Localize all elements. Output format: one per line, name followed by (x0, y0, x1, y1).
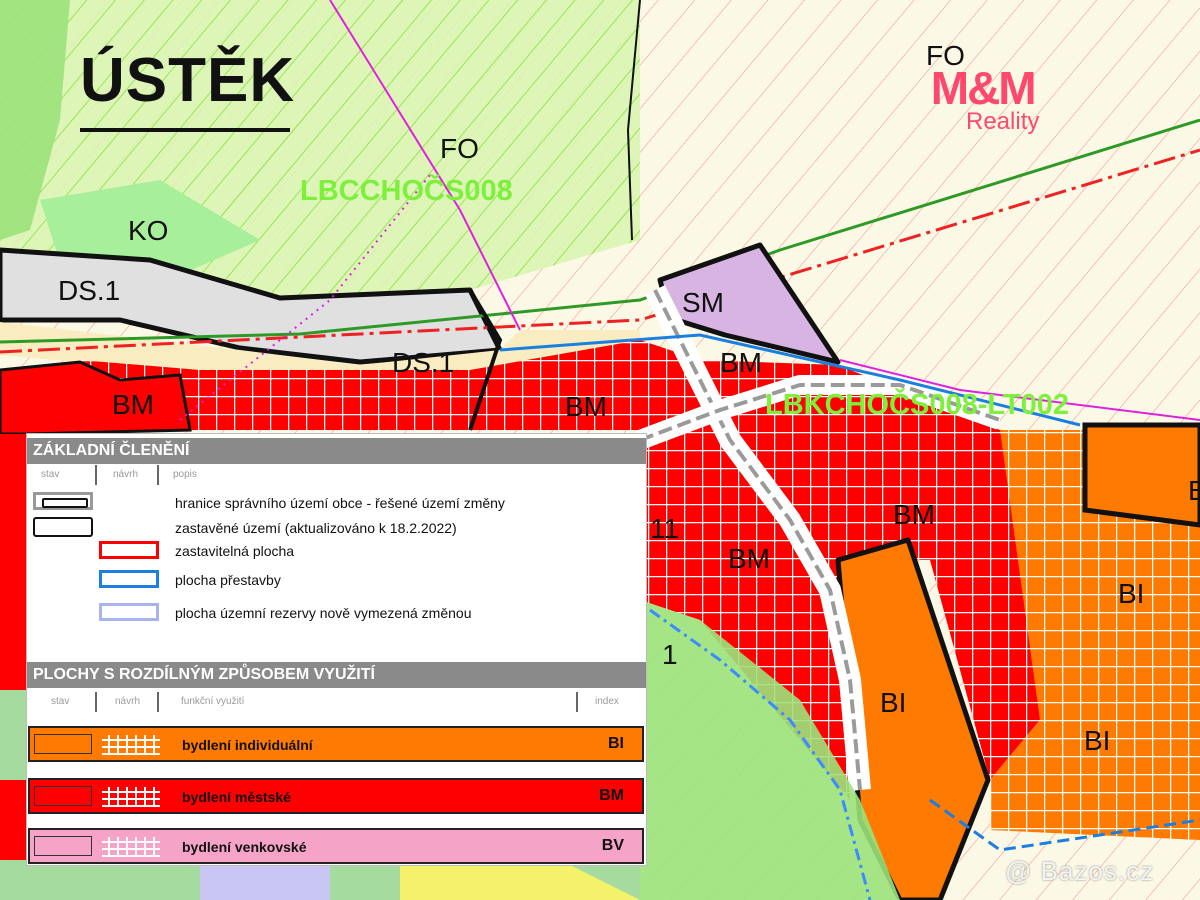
col-stav: stav (41, 469, 60, 480)
zone-label: DS.1 (392, 347, 454, 378)
buildable-area-icon (99, 541, 159, 559)
land-use-index: BM (599, 787, 624, 804)
zone-label: BM (893, 499, 935, 530)
zone-label: BI (880, 687, 906, 718)
navrh-swatch (102, 735, 160, 755)
zone-label: 11 (650, 513, 679, 544)
divider (95, 465, 97, 485)
map-legend: ZÁKLADNÍ ČLENĚNÍ stav návrh popis hranic… (27, 434, 646, 865)
land-use-label: bydlení městské (182, 789, 291, 805)
zone-label: BM (565, 391, 607, 422)
legend-item-label: plocha přestavby (175, 572, 281, 588)
col-navrh: návrh (113, 469, 139, 480)
col-funkce: funkční využití (181, 696, 245, 707)
zone-label: BM (112, 389, 154, 420)
brand-watermark: M&M Reality (926, 62, 1040, 136)
zone-label: BI (1188, 475, 1200, 506)
zone-label: DS.1 (58, 275, 120, 306)
zone-label: SM (682, 287, 724, 318)
corridor-label: LBKCHOČS008-LT002 (765, 387, 1069, 421)
built-up-area-icon (33, 517, 93, 537)
brand-logo: M&M (930, 62, 1037, 114)
legend-item-label: zastavitelná plocha (175, 543, 295, 559)
legend-bi-row: bydlení individuální BI (28, 726, 644, 762)
site-watermark: @ Bazos.cz (1005, 856, 1155, 886)
land-use-index: BI (608, 735, 624, 752)
reserve-area-icon (99, 603, 159, 621)
stav-swatch (34, 836, 92, 856)
legend-item-label: zastavěné území (aktualizováno k 18.2.20… (175, 520, 457, 536)
redevelopment-area-icon (99, 570, 159, 588)
stav-swatch (34, 786, 92, 806)
zone-label: KO (128, 215, 168, 246)
col-stav: stav (51, 696, 70, 707)
admin-boundary-icon (33, 492, 93, 510)
col-index: index (595, 696, 619, 707)
legend-item-label: hranice správního území obce - řešené úz… (175, 495, 505, 511)
col-navrh: návrh (115, 696, 141, 707)
divider (157, 465, 159, 485)
corridor-label: LBCCHOČS008 (300, 173, 513, 207)
col-popis: popis (173, 469, 197, 480)
zone-label: FO (440, 133, 479, 164)
divider (95, 692, 97, 712)
zone-label: BM (720, 347, 762, 378)
navrh-swatch (102, 837, 160, 857)
divider (576, 692, 578, 712)
brand-sub: Reality (966, 108, 1040, 135)
zone-label: BM (728, 543, 770, 574)
legend-heading-basic: ZÁKLADNÍ ČLENĚNÍ (27, 438, 646, 464)
legend-bv-row: bydlení venkovské BV (28, 828, 644, 864)
legend-heading-land-use: PLOCHY S ROZDÍLNÝM ZPŮSOBEM VYUŽITÍ (27, 662, 646, 688)
land-use-index: BV (601, 837, 624, 854)
divider (157, 692, 159, 712)
page-title: ÚSTĚK (80, 46, 296, 115)
zone-label: 1 (662, 639, 678, 670)
land-use-label: bydlení individuální (182, 737, 313, 753)
land-use-label: bydlení venkovské (182, 839, 307, 855)
navrh-swatch (102, 787, 160, 807)
zone-label: BI (1118, 578, 1144, 609)
legend-bm-row: bydlení městské BM (28, 778, 644, 814)
legend-item-label: plocha územní rezervy nově vymezená změn… (175, 605, 472, 621)
stav-swatch (34, 734, 92, 754)
title-underline (80, 128, 290, 132)
zone-label: BI (1084, 725, 1110, 756)
